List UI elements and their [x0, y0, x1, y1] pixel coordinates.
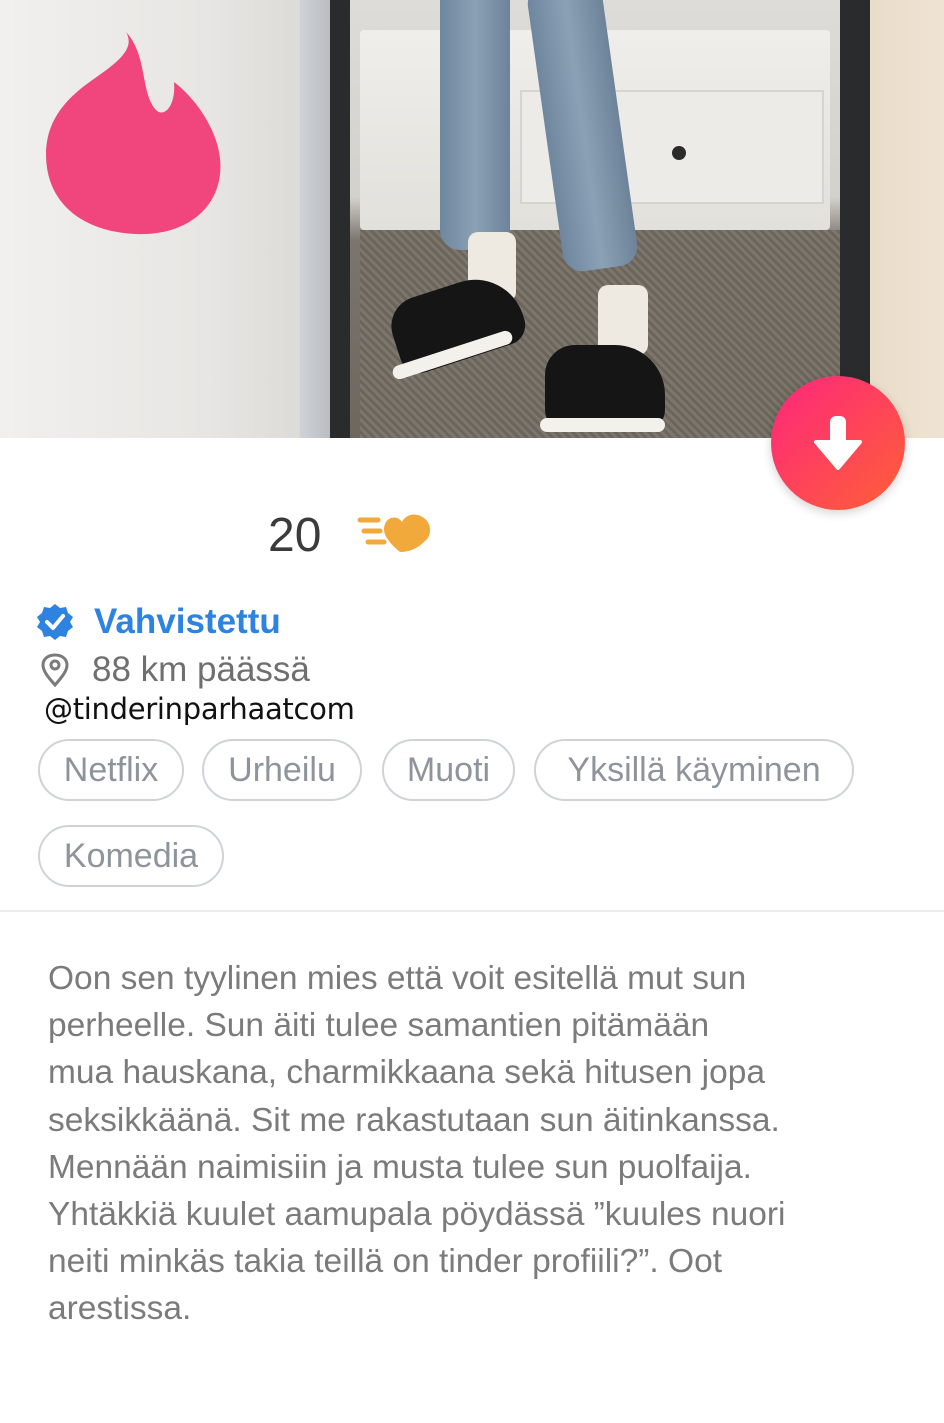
location-pin-icon	[41, 653, 69, 687]
interest-chip-muoti[interactable]: Muoti	[382, 739, 515, 801]
section-divider	[0, 910, 944, 912]
arrow-down-icon	[814, 416, 862, 470]
verified-row: Vahvistettu	[36, 602, 281, 642]
interest-chip-komedia[interactable]: Komedia	[38, 825, 224, 887]
profile-bio: Oon sen tyylinen mies että voit esitellä…	[48, 960, 786, 1328]
collapse-profile-button[interactable]	[771, 376, 905, 510]
verified-badge-icon	[37, 604, 73, 640]
swipe-heart-icon	[357, 514, 430, 552]
photo-leg-left	[440, 0, 510, 250]
distance-label: 88 km päässä	[92, 650, 310, 689]
profile-age: 20	[268, 509, 322, 562]
photo-sole-right	[540, 418, 665, 432]
photo-wall-right	[870, 0, 944, 438]
watermark-text: @tinderinparhaatcom	[44, 692, 355, 726]
photo-drawer-knob	[672, 146, 686, 160]
interest-chip-netflix[interactable]: Netflix	[38, 739, 184, 801]
tinder-flame-icon	[46, 32, 221, 235]
interest-chip-urheilu[interactable]: Urheilu	[202, 739, 362, 801]
distance-row: 88 km päässä	[40, 650, 310, 690]
verified-label: Vahvistettu	[94, 602, 281, 641]
interest-chip-yksilla-kayminen[interactable]: Yksillä käyminen	[534, 739, 854, 801]
